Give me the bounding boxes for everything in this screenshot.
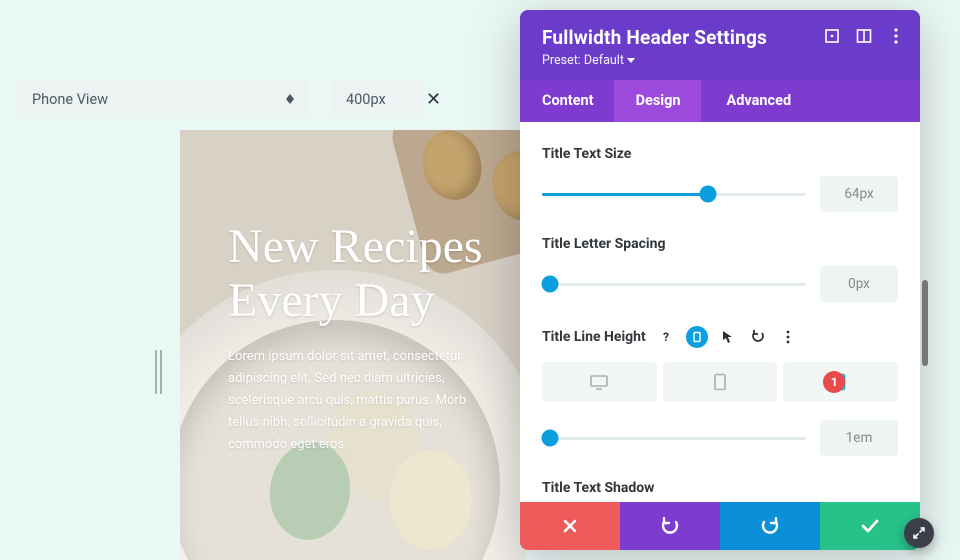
chevron-sort-icon bbox=[286, 94, 294, 104]
slider-thumb[interactable] bbox=[541, 430, 558, 447]
device-phone[interactable]: 1 bbox=[783, 362, 898, 402]
preview-resize-handle[interactable] bbox=[155, 350, 162, 394]
panel-footer bbox=[520, 502, 920, 550]
label-title-letter-spacing: Title Letter Spacing bbox=[542, 236, 898, 252]
device-tablet[interactable] bbox=[663, 362, 778, 402]
panel-body: Title Text Size 64px Title Letter Spacin… bbox=[520, 122, 920, 502]
item-more-icon[interactable] bbox=[778, 327, 798, 347]
preview-canvas: New Recipes Every Day Lorem ipsum dolor … bbox=[180, 130, 526, 560]
reset-icon[interactable] bbox=[748, 327, 768, 347]
device-desktop[interactable] bbox=[542, 362, 657, 402]
panel-tabs: Content Design Advanced bbox=[520, 80, 920, 122]
undo-button[interactable] bbox=[620, 502, 720, 550]
hover-icon[interactable] bbox=[718, 327, 738, 347]
viewport-mode-label: Phone View bbox=[32, 91, 108, 108]
label-title-line-height: Title Line Height ? bbox=[542, 326, 898, 348]
expand-icon[interactable] bbox=[824, 28, 840, 44]
viewport-width-input[interactable]: 400px bbox=[332, 80, 422, 118]
cancel-button[interactable] bbox=[520, 502, 620, 550]
tab-content[interactable]: Content bbox=[520, 80, 614, 122]
label-title-text-size: Title Text Size bbox=[542, 146, 898, 162]
panel-header: Fullwidth Header Settings Preset: Defaul… bbox=[520, 10, 920, 80]
label-title-text-shadow: Title Text Shadow bbox=[542, 480, 898, 496]
value-title-letter-spacing[interactable]: 0px bbox=[820, 266, 898, 302]
decorative-egg bbox=[390, 450, 472, 550]
svg-text:?: ? bbox=[663, 330, 669, 344]
settings-panel: Fullwidth Header Settings Preset: Defaul… bbox=[520, 10, 920, 550]
responsive-icon[interactable] bbox=[686, 326, 708, 348]
help-icon[interactable]: ? bbox=[656, 327, 676, 347]
viewport-width-value: 400px bbox=[346, 91, 386, 108]
tab-advanced[interactable]: Advanced bbox=[705, 80, 812, 122]
value-title-line-height[interactable]: 1em bbox=[820, 420, 898, 456]
viewport-mode-dropdown[interactable]: Phone View bbox=[18, 80, 308, 118]
slider-title-letter-spacing[interactable] bbox=[542, 275, 806, 293]
slider-title-line-height[interactable] bbox=[542, 429, 806, 447]
redo-button[interactable] bbox=[720, 502, 820, 550]
hero-body: Lorem ipsum dolor sit amet, consectetur … bbox=[228, 346, 498, 456]
clear-width-icon[interactable]: ✕ bbox=[426, 89, 441, 110]
hero-title: New Recipes Every Day bbox=[228, 220, 498, 328]
annotation-badge: 1 bbox=[823, 371, 845, 393]
snap-icon[interactable] bbox=[856, 28, 872, 44]
preset-selector[interactable]: Preset: Default bbox=[542, 53, 898, 68]
more-menu-icon[interactable] bbox=[888, 28, 904, 44]
expand-fab[interactable] bbox=[904, 518, 934, 548]
slider-thumb[interactable] bbox=[700, 186, 717, 203]
slider-title-text-size[interactable] bbox=[542, 185, 806, 203]
tab-design[interactable]: Design bbox=[614, 80, 701, 122]
panel-scrollbar[interactable] bbox=[922, 280, 928, 366]
preset-label: Preset: Default bbox=[542, 53, 624, 68]
slider-thumb[interactable] bbox=[541, 276, 558, 293]
value-title-text-size[interactable]: 64px bbox=[820, 176, 898, 212]
